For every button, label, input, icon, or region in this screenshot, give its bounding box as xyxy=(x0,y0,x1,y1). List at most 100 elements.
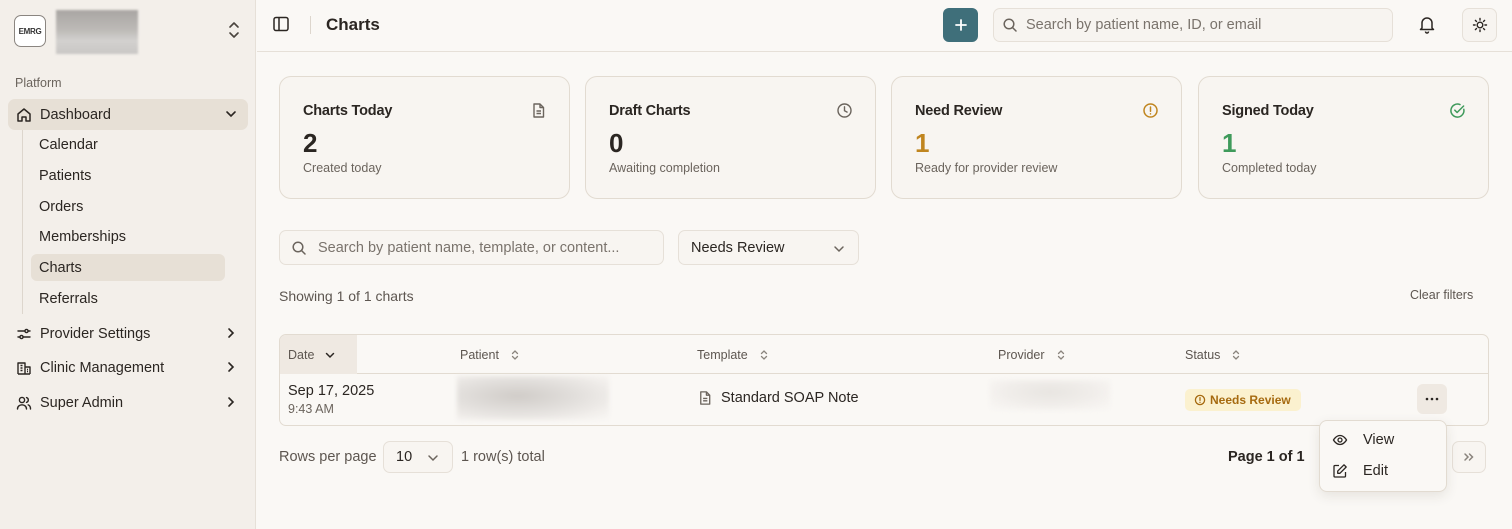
card-subtitle: Created today xyxy=(303,161,382,175)
patient-name-redacted xyxy=(457,376,609,420)
sidebar-item-orders[interactable]: Orders xyxy=(31,193,225,220)
card-subtitle: Awaiting completion xyxy=(609,161,720,175)
sidebar-item-provider-settings[interactable]: Provider Settings xyxy=(8,318,248,349)
edit-icon xyxy=(1333,464,1347,478)
card-title: Need Review xyxy=(915,103,1003,119)
sidebar-item-label: Super Admin xyxy=(40,394,124,411)
column-header-template[interactable]: Template xyxy=(697,335,770,374)
column-header-date[interactable]: Date xyxy=(280,335,357,374)
theme-toggle-button[interactable] xyxy=(1462,8,1497,42)
chevrons-right-icon xyxy=(1464,453,1474,461)
stat-card-need-review: Need Review 1 Ready for provider review xyxy=(891,76,1182,199)
card-value: 1 xyxy=(1222,128,1237,158)
card-value: 1 xyxy=(915,128,930,158)
sidebar-item-charts[interactable]: Charts xyxy=(31,254,225,281)
bell-icon[interactable] xyxy=(1417,14,1437,34)
sidebar-item-super-admin[interactable]: Super Admin xyxy=(8,387,248,418)
sort-icon xyxy=(760,349,767,360)
chevron-down-icon xyxy=(326,352,335,358)
search-icon xyxy=(292,240,306,255)
column-header-provider[interactable]: Provider xyxy=(998,335,1067,374)
global-search[interactable] xyxy=(993,8,1393,42)
card-subtitle: Ready for provider review xyxy=(915,161,1058,175)
last-page-button[interactable] xyxy=(1452,441,1486,473)
chevron-right-icon xyxy=(228,397,235,407)
rows-per-page-select[interactable]: 10 xyxy=(383,441,453,473)
clock-icon xyxy=(837,103,852,118)
sidebar-item-patients[interactable]: Patients xyxy=(31,162,225,189)
stat-card-draft-charts: Draft Charts 0 Awaiting completion xyxy=(585,76,876,199)
column-header-status[interactable]: Status xyxy=(1185,335,1242,374)
chevron-right-icon xyxy=(228,362,235,372)
file-text-icon xyxy=(533,103,545,118)
column-label: Status xyxy=(1185,347,1221,362)
chart-search-input[interactable] xyxy=(318,239,648,256)
card-title: Signed Today xyxy=(1222,103,1314,119)
stat-card-signed-today: Signed Today 1 Completed today xyxy=(1198,76,1489,199)
sliders-icon xyxy=(17,328,31,339)
column-label: Patient xyxy=(460,347,499,362)
menu-item-edit[interactable]: Edit xyxy=(1324,456,1442,486)
cell-template: Standard SOAP Note xyxy=(697,390,859,406)
chevron-down-icon xyxy=(226,111,236,118)
sidebar-item-label: Dashboard xyxy=(40,106,111,123)
sun-icon xyxy=(1472,17,1487,33)
page-title: Charts xyxy=(326,15,380,34)
subnav-divider xyxy=(22,130,23,314)
row-time: 9:43 AM xyxy=(288,402,334,416)
header-divider xyxy=(310,16,311,34)
stat-card-charts-today: Charts Today 2 Created today xyxy=(279,76,570,199)
new-chart-button[interactable] xyxy=(943,8,978,42)
rows-per-page-value: 10 xyxy=(396,449,413,465)
menu-item-view[interactable]: View xyxy=(1324,425,1442,455)
more-horizontal-icon xyxy=(1425,397,1439,401)
column-label: Provider xyxy=(998,347,1045,362)
row-date: Sep 17, 2025 xyxy=(288,383,375,399)
table-row[interactable]: Sep 17, 2025 9:43 AM Standard SOAP Note … xyxy=(280,374,1488,425)
provider-name-redacted xyxy=(990,380,1110,410)
card-value: 2 xyxy=(303,128,318,158)
cell-date: Sep 17, 2025 9:43 AM xyxy=(288,383,374,416)
row-actions-button[interactable] xyxy=(1417,384,1447,414)
column-label: Date xyxy=(288,347,315,362)
card-title: Charts Today xyxy=(303,103,393,119)
sidebar-item-calendar[interactable]: Calendar xyxy=(31,131,225,158)
global-search-input[interactable] xyxy=(1026,17,1366,33)
sort-icon xyxy=(511,349,519,360)
chevron-down-icon xyxy=(834,246,844,253)
clear-filters-button[interactable]: Clear filters xyxy=(1410,288,1473,302)
card-subtitle: Completed today xyxy=(1222,161,1317,175)
menu-item-label: View xyxy=(1363,432,1395,448)
sidebar-item-dashboard[interactable]: Dashboard xyxy=(8,99,248,130)
total-rows: 1 row(s) total xyxy=(461,449,545,465)
row-template: Standard SOAP Note xyxy=(721,390,859,406)
chevron-right-icon xyxy=(228,328,235,338)
chevrons-up-down-icon xyxy=(229,22,239,38)
org-switcher[interactable]: EMRG xyxy=(14,10,246,54)
status-filter-select[interactable]: Needs Review xyxy=(678,230,859,265)
top-header: Charts xyxy=(257,0,1512,52)
column-label: Template xyxy=(697,347,748,362)
results-count: Showing 1 of 1 charts xyxy=(279,288,414,304)
chevron-down-icon xyxy=(428,455,438,462)
search-icon xyxy=(1003,18,1017,32)
file-text-icon xyxy=(700,391,711,405)
users-icon xyxy=(16,396,32,410)
status-filter-value: Needs Review xyxy=(691,239,785,256)
sidebar-item-memberships[interactable]: Memberships xyxy=(31,223,225,250)
sidebar-toggle-icon[interactable] xyxy=(271,14,291,34)
alert-circle-icon xyxy=(1143,103,1158,118)
card-value: 0 xyxy=(609,128,624,158)
sidebar: EMRG Platform Dashboard Calendar Patient… xyxy=(0,0,256,529)
building-icon xyxy=(17,361,31,375)
eye-icon xyxy=(1332,434,1348,446)
sidebar-item-clinic-management[interactable]: Clinic Management xyxy=(8,352,248,383)
column-header-patient[interactable]: Patient xyxy=(460,335,521,374)
card-title: Draft Charts xyxy=(609,103,691,119)
sidebar-item-referrals[interactable]: Referrals xyxy=(31,285,225,312)
status-badge-label: Needs Review xyxy=(1210,393,1291,407)
row-actions-menu: View Edit xyxy=(1319,420,1447,492)
table-header: Date Patient Template Provider Status xyxy=(280,335,1488,374)
sort-icon xyxy=(1057,349,1064,360)
chart-search[interactable] xyxy=(279,230,664,265)
